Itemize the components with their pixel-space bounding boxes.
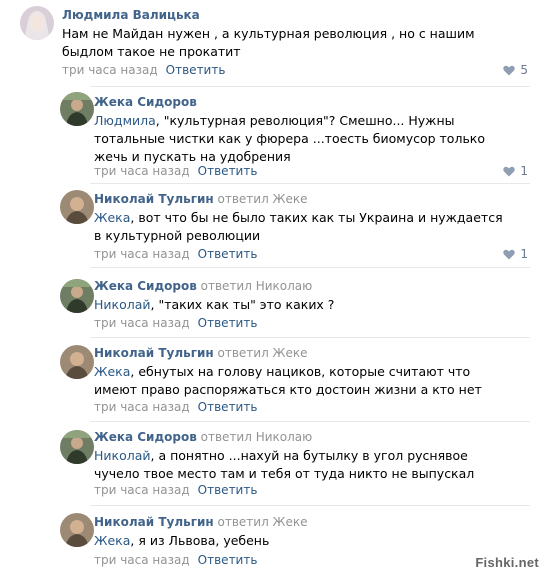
comment-text: Жека, вот что бы не было таких как ты Ук…	[94, 209, 504, 245]
comment-time[interactable]: три часа назад	[94, 400, 190, 414]
comment-item: Жека Сидоров Людмила, "культурная револю…	[0, 86, 544, 179]
man-avatar[interactable]	[60, 92, 94, 126]
comment-text: Нам не Майдан нужен , а культурная револ…	[62, 25, 482, 61]
comment-body: , а понятно ...нахуй на бутылку в угол р…	[94, 448, 475, 481]
comment-item: Николай Тульгин ответил Жеке Жека, ебнут…	[0, 337, 544, 421]
comment-item: Николай Тульгин ответил Жеке Жека, я из …	[0, 505, 544, 573]
like-count: 1	[520, 247, 528, 261]
comment-text: Жека, я из Львова, уебень	[94, 532, 514, 550]
replied-to[interactable]: ответил Николаю	[201, 430, 313, 444]
like-count: 1	[520, 164, 528, 178]
replied-to[interactable]: ответил Жеке	[218, 515, 308, 529]
reply-button[interactable]: Ответить	[198, 316, 258, 330]
replied-to[interactable]: ответил Николаю	[201, 279, 313, 293]
heart-icon	[503, 65, 516, 75]
comment-time[interactable]: три часа назад	[94, 483, 190, 497]
comment-body: , ебнутых на голову нациков, которые счи…	[94, 364, 482, 397]
comment-author[interactable]: Николай Тульгин	[94, 346, 214, 360]
comment-author[interactable]: Жека Сидоров	[94, 279, 197, 293]
comment-text: Жека, ебнутых на голову нациков, которые…	[94, 363, 514, 399]
woman-avatar[interactable]	[20, 6, 54, 40]
watermark: Fishki.net	[475, 555, 539, 570]
comment-time[interactable]: три часа назад	[94, 247, 190, 261]
comment-item: Николай Тульгин ответил Жеке Жека, вот ч…	[0, 183, 544, 266]
like-button[interactable]: 1	[503, 164, 528, 178]
reply-button[interactable]: Ответить	[198, 247, 258, 261]
comment-item: Жека Сидоров ответил Николаю Николай, а …	[0, 421, 544, 505]
mention-link[interactable]: Николай	[94, 448, 151, 463]
man-avatar[interactable]	[60, 430, 94, 464]
like-button[interactable]: 1	[503, 247, 528, 261]
comment-author[interactable]: Жека Сидоров	[94, 430, 197, 444]
man-avatar-2[interactable]	[60, 345, 94, 379]
reply-button[interactable]: Ответить	[198, 483, 258, 497]
comment-author[interactable]: Жека Сидоров	[94, 95, 197, 109]
like-button[interactable]: 5	[503, 63, 528, 77]
comment-text: Николай, а понятно ...нахуй на бутылку в…	[94, 447, 514, 483]
comment-time[interactable]: три часа назад	[94, 164, 190, 178]
comment-body: , вот что бы не было таких как ты Украин…	[94, 210, 503, 243]
reply-button[interactable]: Ответить	[198, 164, 258, 178]
replied-to[interactable]: ответил Жеке	[218, 192, 308, 206]
replied-to[interactable]: ответил Жеке	[218, 346, 308, 360]
comment-time[interactable]: три часа назад	[62, 63, 158, 77]
comment-author[interactable]: Николай Тульгин	[94, 515, 214, 529]
man-avatar-2[interactable]	[60, 513, 94, 547]
man-avatar[interactable]	[60, 279, 94, 313]
reply-button[interactable]: Ответить	[198, 553, 258, 567]
mention-link[interactable]: Николай	[94, 297, 151, 312]
comment-text: Людмила, "культурная революция"? Смешно.…	[94, 112, 504, 166]
reply-button[interactable]: Ответить	[198, 400, 258, 414]
heart-icon	[503, 249, 516, 259]
comment-time[interactable]: три часа назад	[94, 316, 190, 330]
mention-link[interactable]: Жека	[94, 364, 130, 379]
comment-body: , "таких как ты" это каких ?	[150, 297, 335, 312]
like-count: 5	[520, 63, 528, 77]
comment-text: Николай, "таких как ты" это каких ?	[94, 296, 504, 314]
comment-time[interactable]: три часа назад	[94, 553, 190, 567]
reply-button[interactable]: Ответить	[166, 63, 226, 77]
heart-icon	[503, 166, 516, 176]
comment-author[interactable]: Людмила Валицька	[62, 8, 200, 22]
mention-link[interactable]: Людмила	[94, 113, 156, 128]
man-avatar-2[interactable]	[60, 190, 94, 224]
mention-link[interactable]: Жека	[94, 210, 130, 225]
comment-body: , я из Львова, уебень	[130, 533, 270, 548]
comment-item: Людмила Валицька Нам не Майдан нужен , а…	[0, 0, 544, 86]
comment-body: Нам не Майдан нужен , а культурная револ…	[62, 26, 475, 59]
comment-author[interactable]: Николай Тульгин	[94, 192, 214, 206]
mention-link[interactable]: Жека	[94, 533, 130, 548]
comment-item: Жека Сидоров ответил Николаю Николай, "т…	[0, 267, 544, 337]
